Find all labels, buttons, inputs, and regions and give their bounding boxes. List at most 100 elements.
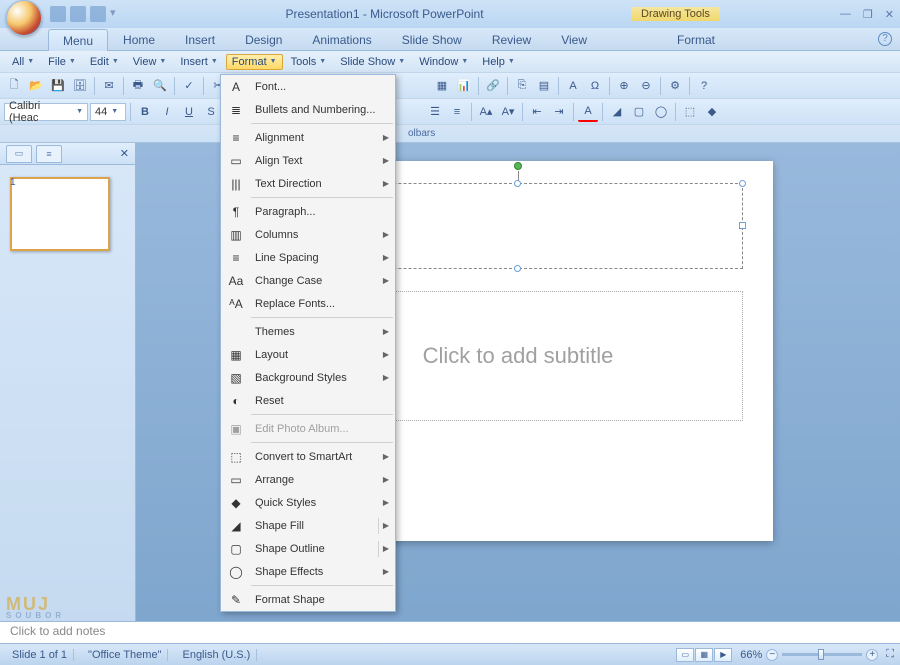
ribbon-tab-format[interactable]: Format bbox=[662, 28, 730, 50]
collapse-toolbars-link[interactable]: olbars bbox=[408, 128, 435, 139]
slides-tab[interactable]: ▭ bbox=[6, 145, 32, 163]
menu-item-quick-styles[interactable]: ◆Quick Styles▶ bbox=[221, 491, 395, 514]
menu-item-reset[interactable]: ◐Reset bbox=[221, 389, 395, 412]
menu-item-layout[interactable]: ▦Layout▶ bbox=[221, 343, 395, 366]
restore-button[interactable]: ❐ bbox=[863, 8, 873, 21]
menu-help[interactable]: Help▼ bbox=[476, 54, 521, 70]
menu-item-shape-effects[interactable]: ◯Shape Effects▶ bbox=[221, 560, 395, 583]
ribbon-tab-slideshow[interactable]: Slide Show bbox=[387, 28, 477, 50]
redo-icon[interactable] bbox=[90, 6, 106, 22]
undo-icon[interactable] bbox=[70, 6, 86, 22]
menu-item-line-spacing[interactable]: ≡Line Spacing▶ bbox=[221, 246, 395, 269]
email-icon[interactable]: ✉ bbox=[99, 76, 119, 96]
fontcolor-icon[interactable]: A bbox=[578, 102, 598, 122]
resize-handle[interactable] bbox=[514, 265, 521, 272]
menu-item-replace-fonts[interactable]: ᴬAReplace Fonts... bbox=[221, 292, 395, 315]
header-icon[interactable]: ▤ bbox=[534, 76, 554, 96]
new-icon[interactable]: 🗋 bbox=[4, 76, 24, 96]
zoom-out-icon[interactable]: ⊖ bbox=[636, 76, 656, 96]
symbol-icon[interactable]: Ω bbox=[585, 76, 605, 96]
zoom-in-button[interactable]: + bbox=[866, 649, 878, 661]
fit-button[interactable]: ⛶ bbox=[886, 648, 894, 661]
shapeeffects-icon[interactable]: ◯ bbox=[651, 102, 671, 122]
status-lang[interactable]: English (U.S.) bbox=[176, 649, 257, 661]
rotate-handle[interactable] bbox=[514, 162, 522, 170]
menu-slideshow[interactable]: Slide Show▼ bbox=[334, 54, 411, 70]
menu-item-convert-to-smartart[interactable]: ⬚Convert to SmartArt▶ bbox=[221, 445, 395, 468]
menu-all[interactable]: All▼ bbox=[6, 54, 40, 70]
options-icon[interactable]: ⚙ bbox=[665, 76, 685, 96]
saveas-icon[interactable]: 🗄 bbox=[70, 76, 90, 96]
close-button[interactable]: ✕ bbox=[885, 8, 894, 21]
save-icon[interactable] bbox=[50, 6, 66, 22]
ribbon-tab-menu[interactable]: Menu bbox=[48, 29, 108, 51]
shapeoutline-icon[interactable]: ▢ bbox=[629, 102, 649, 122]
font-name-combo[interactable]: Calibri (Heac▼ bbox=[4, 103, 88, 121]
normal-view-button[interactable]: ▭ bbox=[676, 648, 694, 662]
ribbon-tab-design[interactable]: Design bbox=[230, 28, 297, 50]
minimize-button[interactable]: — bbox=[840, 8, 851, 21]
ribbon-tab-view[interactable]: View bbox=[546, 28, 602, 50]
text-icon[interactable]: A bbox=[563, 76, 583, 96]
arrange-icon[interactable]: ⬚ bbox=[680, 102, 700, 122]
resize-handle[interactable] bbox=[739, 222, 746, 229]
menu-view[interactable]: View▼ bbox=[127, 54, 173, 70]
font-size-combo[interactable]: 44▼ bbox=[90, 103, 126, 121]
outline-tab[interactable]: ≡ bbox=[36, 145, 62, 163]
ribbon-tab-review[interactable]: Review bbox=[477, 28, 546, 50]
qat-customize-icon[interactable]: ▾ bbox=[110, 6, 118, 22]
menu-insert[interactable]: Insert▼ bbox=[174, 54, 223, 70]
underline-button[interactable]: U bbox=[179, 102, 199, 122]
slide-thumbnail[interactable]: 1 bbox=[10, 177, 125, 251]
menu-file[interactable]: File▼ bbox=[42, 54, 82, 70]
italic-button[interactable]: I bbox=[157, 102, 177, 122]
menu-item-font[interactable]: AFont... bbox=[221, 75, 395, 98]
menu-item-format-shape[interactable]: ✎Format Shape bbox=[221, 588, 395, 611]
open-icon[interactable]: 📂 bbox=[26, 76, 46, 96]
menu-item-columns[interactable]: ▥Columns▶ bbox=[221, 223, 395, 246]
menu-item-bullets-and-numbering[interactable]: ≣Bullets and Numbering... bbox=[221, 98, 395, 121]
incfont-icon[interactable]: A▴ bbox=[476, 102, 496, 122]
office-button[interactable] bbox=[6, 0, 42, 36]
menu-item-change-case[interactable]: AaChange Case▶ bbox=[221, 269, 395, 292]
decfont-icon[interactable]: A▾ bbox=[498, 102, 518, 122]
menu-item-align-text[interactable]: ▭Align Text▶ bbox=[221, 149, 395, 172]
ribbon-tab-insert[interactable]: Insert bbox=[170, 28, 230, 50]
menu-item-arrange[interactable]: ▭Arrange▶ bbox=[221, 468, 395, 491]
menu-edit[interactable]: Edit▼ bbox=[84, 54, 125, 70]
outdent-icon[interactable]: ⇤ bbox=[527, 102, 547, 122]
shapefill-icon[interactable]: ◢ bbox=[607, 102, 627, 122]
spell-icon[interactable]: ✓ bbox=[179, 76, 199, 96]
menu-format[interactable]: Format▼ bbox=[226, 54, 283, 70]
notes-pane[interactable]: Click to add notes bbox=[0, 621, 900, 643]
numbering-icon[interactable]: ≡ bbox=[447, 102, 467, 122]
zoom-in-icon[interactable]: ⊕ bbox=[614, 76, 634, 96]
menu-tools[interactable]: Tools▼ bbox=[285, 54, 333, 70]
help-icon[interactable]: ? bbox=[694, 76, 714, 96]
print-icon[interactable]: 🖶 bbox=[128, 76, 148, 96]
zoom-level[interactable]: 66% bbox=[740, 649, 762, 661]
action-icon[interactable]: ⎘ bbox=[512, 76, 532, 96]
resize-handle[interactable] bbox=[739, 180, 746, 187]
quickstyles-icon[interactable]: ◆ bbox=[702, 102, 722, 122]
menu-item-background-styles[interactable]: ▧Background Styles▶ bbox=[221, 366, 395, 389]
zoom-thumb[interactable] bbox=[818, 649, 824, 660]
menu-item-alignment[interactable]: ≡Alignment▶ bbox=[221, 126, 395, 149]
hyperlink-icon[interactable]: 🔗 bbox=[483, 76, 503, 96]
menu-item-themes[interactable]: Themes▶ bbox=[221, 320, 395, 343]
sorter-view-button[interactable]: ▦ bbox=[695, 648, 713, 662]
zoom-out-button[interactable]: − bbox=[766, 649, 778, 661]
bullets-icon[interactable]: ☰ bbox=[425, 102, 445, 122]
menu-item-shape-fill[interactable]: ◢Shape Fill▶ bbox=[221, 514, 395, 537]
table-icon[interactable]: ▦ bbox=[432, 76, 452, 96]
ribbon-tab-home[interactable]: Home bbox=[108, 28, 170, 50]
preview-icon[interactable]: 🔍 bbox=[150, 76, 170, 96]
close-panel-icon[interactable]: ✕ bbox=[120, 147, 129, 160]
menu-item-text-direction[interactable]: |||Text Direction▶ bbox=[221, 172, 395, 195]
shadow-button[interactable]: S bbox=[201, 102, 221, 122]
zoom-slider[interactable] bbox=[782, 653, 862, 656]
indent-icon[interactable]: ⇥ bbox=[549, 102, 569, 122]
resize-handle[interactable] bbox=[514, 180, 521, 187]
chart-icon[interactable]: 📊 bbox=[454, 76, 474, 96]
menu-item-shape-outline[interactable]: ▢Shape Outline▶ bbox=[221, 537, 395, 560]
